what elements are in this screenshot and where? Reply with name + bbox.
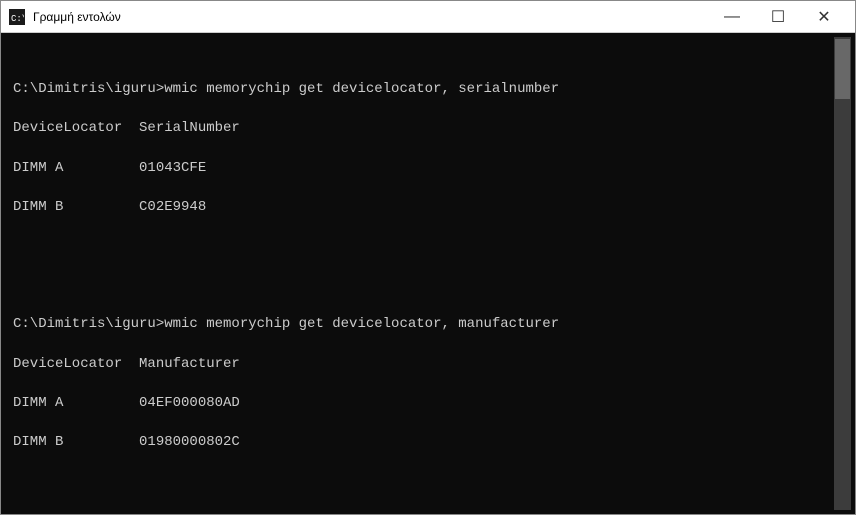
scrollbar-thumb[interactable] [835,39,850,99]
console-line: C:\Dimitris\iguru>wmic memorychip get de… [13,80,826,100]
console-line [13,41,826,61]
maximize-button[interactable]: ☐ [755,1,801,33]
title-bar-buttons: — ☐ ✕ [709,1,847,33]
svg-text:C:\: C:\ [11,14,24,24]
scrollbar[interactable] [834,37,851,510]
minimize-button[interactable]: — [709,1,755,33]
console-line [13,276,826,296]
console-output: C:\Dimitris\iguru>wmic memorychip get de… [5,37,834,510]
title-bar-left: C:\ Γραμμή εντολών [9,9,121,25]
console-line: DIMM B C02E9948 [13,198,826,218]
console-line: DeviceLocator SerialNumber [13,119,826,139]
cmd-window: C:\ Γραμμή εντολών — ☐ ✕ C:\Dimitris\igu… [0,0,856,515]
window-title: Γραμμή εντολών [33,10,121,24]
console-line: C:\Dimitris\iguru>wmic memorychip get de… [13,315,826,335]
title-bar: C:\ Γραμμή εντολών — ☐ ✕ [1,1,855,33]
console-line: DIMM A 01043CFE [13,159,826,179]
console-line [13,472,826,492]
cmd-icon: C:\ [9,9,25,25]
console-line: DeviceLocator Manufacturer [13,355,826,375]
console-line: DIMM A 04EF000080AD [13,394,826,414]
close-button[interactable]: ✕ [801,1,847,33]
console-area[interactable]: C:\Dimitris\iguru>wmic memorychip get de… [1,33,855,514]
console-line: DIMM B 01980000802C [13,433,826,453]
console-line [13,237,826,257]
